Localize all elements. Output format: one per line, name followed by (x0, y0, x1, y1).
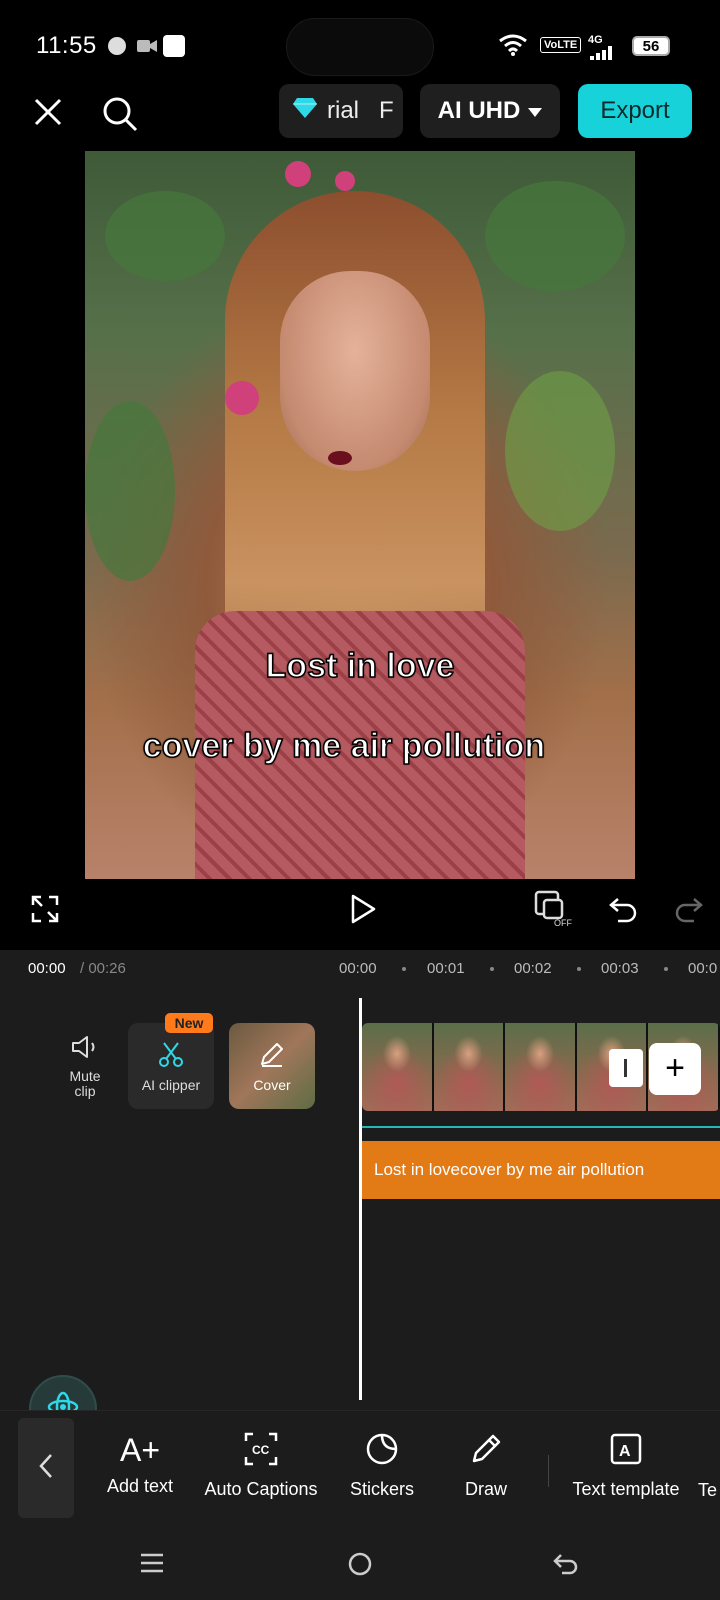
signal-icon (590, 46, 614, 65)
clip-thumbnail (362, 1023, 434, 1111)
lips-shape (328, 451, 352, 465)
cover-button[interactable]: Cover (229, 1023, 315, 1109)
foliage-shape (505, 371, 615, 531)
add-text-label: Add text (106, 1476, 174, 1496)
battery-indicator: 56 (632, 36, 670, 56)
ruler-label: 00:03 (601, 960, 639, 977)
speaker-icon (70, 1034, 100, 1065)
ruler-tick (664, 967, 668, 971)
audio-track-line (362, 1126, 720, 1128)
ruler-label: 00:01 (427, 960, 465, 977)
mute-clip-label: Mute clip (69, 1067, 101, 1099)
trial-label: rial F (327, 97, 394, 124)
text-template-icon: A (609, 1432, 643, 1471)
video-camera-icon (136, 37, 158, 55)
ruler-label: 00:0 (688, 960, 718, 977)
text-tool-partial[interactable]: Te (698, 1432, 720, 1502)
add-clip-button[interactable]: + (649, 1043, 701, 1095)
sticker-icon (365, 1432, 399, 1471)
app-notification-icon (163, 35, 185, 57)
scissors-icon (156, 1040, 186, 1071)
clip-thumbnail (505, 1023, 577, 1111)
wifi-icon (498, 33, 528, 62)
foliage-shape (105, 191, 225, 281)
captions-icon: CC (244, 1432, 278, 1471)
back-icon[interactable] (551, 1550, 581, 1578)
flower-shape (285, 161, 311, 187)
auto-captions-label: Auto Captions (204, 1479, 318, 1499)
svg-text:CC: CC (252, 1443, 270, 1457)
clip-trim-handle[interactable] (609, 1049, 643, 1087)
draw-label: Draw (464, 1479, 507, 1499)
camera-island (286, 18, 434, 76)
foliage-shape (85, 401, 175, 581)
ruler-tick (402, 967, 406, 971)
ai-clipper-label: AI clipper (141, 1076, 201, 1093)
face-shape (280, 271, 430, 471)
add-text-icon: A+ (119, 1432, 161, 1468)
export-button[interactable]: Export (578, 84, 692, 138)
mute-clip-button[interactable]: Mute clip (44, 1023, 126, 1109)
auto-captions-tool[interactable]: CC Auto Captions (199, 1432, 323, 1500)
status-time: 11:55 (36, 32, 97, 59)
text-track-clip[interactable]: Lost in lovecover by me air pollution (362, 1141, 720, 1199)
trial-pill[interactable]: rial F (279, 84, 403, 138)
fullscreen-icon[interactable] (28, 892, 62, 926)
diamond-icon (293, 97, 317, 126)
ruler-label: 00:02 (514, 960, 552, 977)
chevron-left-icon (37, 1452, 55, 1485)
text-template-tool[interactable]: A Text template (566, 1432, 686, 1500)
network-type: 4G (588, 34, 603, 46)
svg-text:OFF: OFF (554, 918, 572, 928)
draw-tool[interactable]: Draw (454, 1432, 518, 1500)
undo-icon[interactable] (606, 892, 640, 926)
quality-dropdown[interactable]: AI UHD (420, 84, 560, 138)
stickers-label: Stickers (349, 1479, 414, 1499)
flower-shape (225, 381, 259, 415)
redo-icon[interactable] (672, 892, 706, 926)
new-badge: New (165, 1013, 213, 1033)
add-text-tool[interactable]: A+ Add text (103, 1432, 177, 1497)
total-duration: / 00:26 (80, 960, 126, 977)
quality-label: AI UHD (437, 97, 521, 124)
playhead[interactable] (359, 998, 362, 1400)
home-icon[interactable] (346, 1550, 374, 1578)
ruler-tick (577, 967, 581, 971)
cover-label: Cover (253, 1076, 291, 1093)
svg-text:A: A (619, 1443, 631, 1460)
text-template-label: Text template (572, 1479, 680, 1499)
toolbar-divider (548, 1455, 549, 1487)
clip-thumbnail (433, 1023, 506, 1111)
keyframe-off-icon[interactable]: OFF (534, 890, 576, 928)
play-icon[interactable] (346, 892, 380, 926)
pencil-icon (469, 1432, 503, 1471)
video-preview[interactable]: Lost in love cover by me air pollution (85, 151, 635, 879)
stickers-tool[interactable]: Stickers (344, 1432, 420, 1500)
volte-badge: VoLTE (540, 37, 582, 53)
text-tool-label: Te (698, 1480, 718, 1500)
foliage-shape (485, 181, 625, 291)
plus-icon: + (665, 1049, 685, 1087)
current-time: 00:00 (28, 960, 66, 977)
ai-clipper-button[interactable]: AI clipper (128, 1023, 214, 1109)
notification-dot-icon (108, 37, 126, 55)
flower-shape (335, 171, 355, 191)
caption-title[interactable]: Lost in love (85, 646, 635, 686)
ruler-label: 00:00 (339, 960, 377, 977)
ruler-tick (490, 967, 494, 971)
toolbar-back-button[interactable] (18, 1418, 74, 1518)
menu-icon[interactable] (137, 1550, 167, 1576)
edit-pencil-icon (258, 1040, 286, 1071)
caret-down-icon (528, 97, 543, 125)
caption-subtitle[interactable]: cover by me air pollution (85, 726, 619, 766)
search-icon[interactable] (98, 92, 142, 136)
close-icon[interactable] (28, 92, 68, 132)
